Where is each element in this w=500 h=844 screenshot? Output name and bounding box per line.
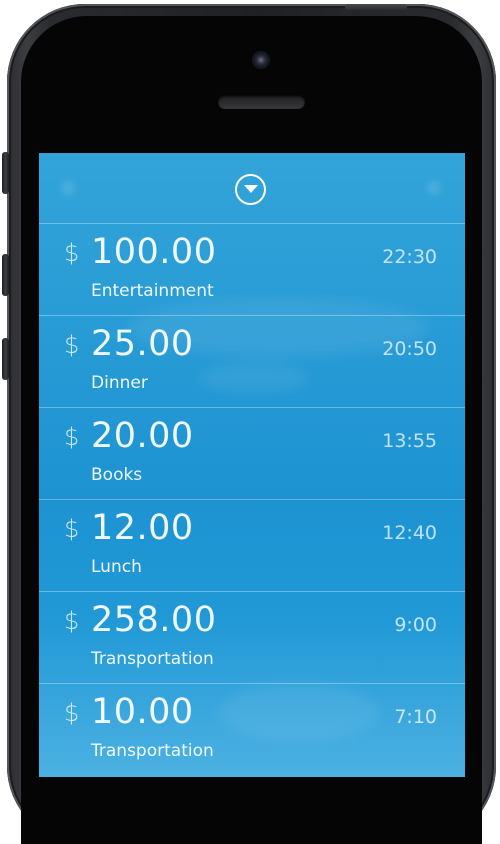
volume-up-button [2, 254, 9, 296]
currency-symbol: $ [64, 423, 80, 451]
top-bar [39, 153, 465, 223]
expense-row[interactable]: $ 12.00 Lunch 12:40 [39, 499, 465, 591]
currency-symbol: $ [64, 239, 80, 267]
currency-symbol: $ [64, 607, 80, 635]
menu-icon[interactable] [61, 181, 75, 195]
expense-time: 20:50 [382, 338, 437, 360]
expense-amount: 258.00 [91, 600, 217, 640]
expense-category: Lunch [91, 557, 142, 577]
expense-row[interactable]: $ 20.00 Books 13:55 [39, 407, 465, 499]
expense-time: 9:00 [394, 614, 437, 636]
volume-down-button [2, 338, 9, 380]
expense-category: Entertainment [91, 281, 214, 301]
currency-symbol: $ [64, 515, 80, 543]
app-screen: $ 100.00 Entertainment 22:30 $ 25.00 Din… [39, 153, 465, 777]
expense-time: 7:10 [394, 706, 437, 728]
expense-row[interactable]: $ 25.00 Dinner 20:50 [39, 315, 465, 407]
expense-amount: 20.00 [91, 416, 194, 456]
power-button [345, 4, 407, 10]
expense-category: Transportation [91, 741, 214, 761]
currency-symbol: $ [64, 331, 80, 359]
earpiece-speaker [218, 95, 305, 109]
currency-symbol: $ [64, 699, 80, 727]
expense-amount: 10.00 [91, 692, 194, 732]
expense-time: 22:30 [382, 246, 437, 268]
expense-time: 12:40 [382, 522, 437, 544]
expense-list: $ 100.00 Entertainment 22:30 $ 25.00 Din… [39, 223, 465, 775]
expense-row[interactable]: $ 10.00 Transportation 7:10 [39, 683, 465, 775]
expense-category: Transportation [91, 649, 214, 669]
expense-category: Books [91, 465, 143, 485]
mute-switch [2, 152, 9, 194]
settings-icon[interactable] [427, 181, 441, 195]
expense-amount: 12.00 [91, 508, 194, 548]
expense-amount: 25.00 [91, 324, 194, 364]
expense-amount: 100.00 [91, 232, 217, 272]
expense-category: Dinner [91, 373, 148, 393]
chevron-down-circle-icon[interactable] [235, 174, 266, 205]
expense-row[interactable]: $ 258.00 Transportation 9:00 [39, 591, 465, 683]
front-camera [252, 51, 270, 69]
expense-time: 13:55 [382, 430, 437, 452]
expense-row[interactable]: $ 100.00 Entertainment 22:30 [39, 223, 465, 315]
